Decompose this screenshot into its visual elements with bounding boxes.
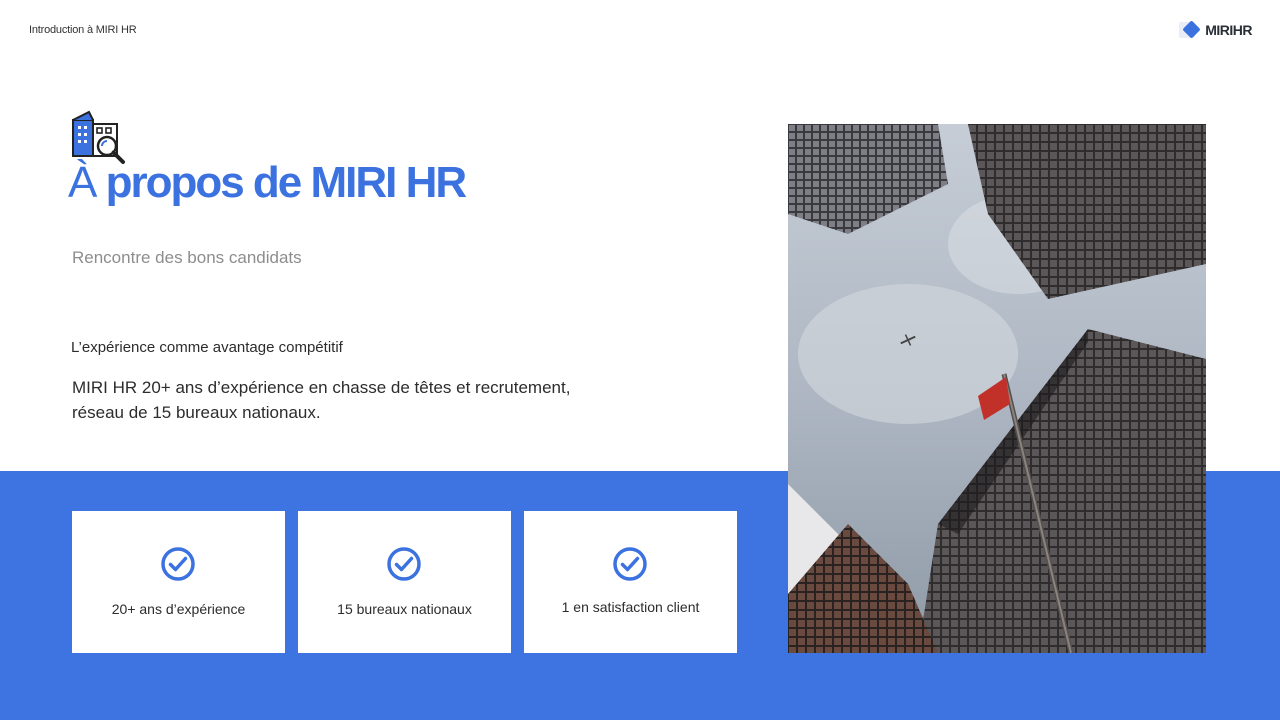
title-prefix: À	[68, 158, 97, 207]
check-circle-icon	[613, 547, 647, 581]
check-circle-icon	[387, 547, 421, 581]
diamond-icon	[1179, 20, 1201, 40]
card-label: 1 en satisfaction client	[561, 599, 700, 615]
brand-logo: MIRIHR	[1179, 20, 1252, 40]
title-rest: propos de MIRI HR	[105, 158, 468, 207]
feature-card-offices: 15 bureaux nationaux	[298, 511, 511, 653]
page-title: À propos de MIRI HR	[68, 157, 468, 209]
skyscrapers-photo	[788, 124, 1206, 653]
feature-card-experience: 20+ ans d’expérience	[72, 511, 285, 653]
section-body: MIRI HR 20+ ans d’expérience en chasse d…	[72, 378, 571, 422]
breadcrumb: Introduction à MIRI HR	[29, 24, 137, 36]
card-label: 20+ ans d’expérience	[111, 601, 246, 617]
page-subtitle: Rencontre des bons candidats	[72, 248, 302, 267]
card-label: 15 bureaux nationaux	[337, 601, 472, 617]
feature-card-satisfaction: 1 en satisfaction client	[524, 511, 737, 653]
logo-text: MIRIHR	[1205, 22, 1252, 38]
section-heading: L’expérience comme avantage compétitif	[71, 339, 343, 356]
check-circle-icon	[161, 547, 195, 581]
